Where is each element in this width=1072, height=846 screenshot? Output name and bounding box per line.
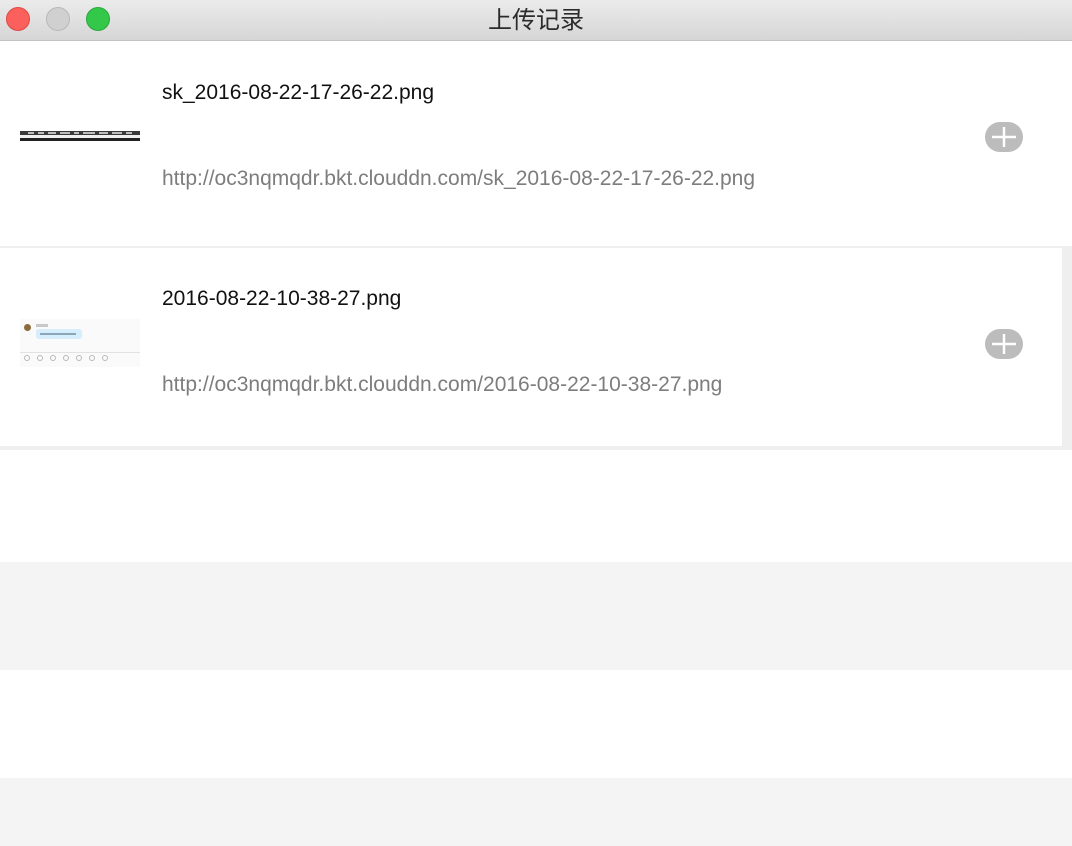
- add-record-button[interactable]: [985, 122, 1023, 152]
- upload-history-window: 上传记录 sk_2016-08-22-17-26-22.png http://o…: [0, 0, 1072, 846]
- add-record-button[interactable]: [985, 329, 1023, 359]
- plus-icon: [992, 127, 1016, 147]
- record-url[interactable]: http://oc3nqmqdr.bkt.clouddn.com/sk_2016…: [162, 167, 755, 191]
- empty-list-row: [0, 562, 1072, 670]
- record-filename: 2016-08-22-10-38-27.png: [162, 287, 402, 310]
- record-filename: sk_2016-08-22-17-26-22.png: [162, 81, 435, 104]
- upload-record-row[interactable]: sk_2016-08-22-17-26-22.png http://oc3nqm…: [0, 41, 1072, 248]
- upload-record-list[interactable]: sk_2016-08-22-17-26-22.png http://oc3nqm…: [0, 41, 1072, 846]
- desktop-screenshot-thumbnail: [20, 129, 140, 145]
- chat-screenshot-thumbnail: [20, 319, 140, 367]
- empty-list-row: [0, 670, 1072, 778]
- title-bar[interactable]: 上传记录: [0, 0, 1072, 41]
- upload-record-row[interactable]: 2016-08-22-10-38-27.png http://oc3nqmqdr…: [0, 248, 1072, 450]
- window-title: 上传记录: [488, 6, 584, 34]
- empty-list-row: [0, 778, 1072, 846]
- empty-list-row: [0, 454, 1072, 562]
- record-url[interactable]: http://oc3nqmqdr.bkt.clouddn.com/2016-08…: [162, 373, 722, 397]
- plus-icon: [992, 334, 1016, 354]
